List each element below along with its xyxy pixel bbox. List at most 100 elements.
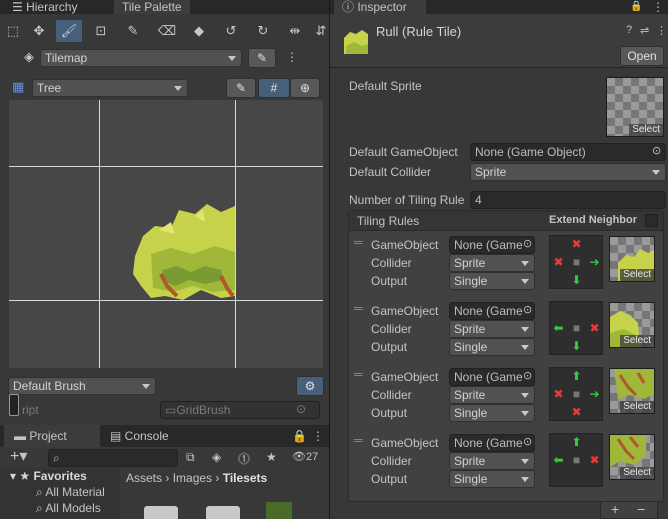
tilemap-picker-button[interactable]: ✎ (248, 48, 276, 68)
not-neighbor-icon[interactable]: ✖ (550, 386, 567, 403)
brush-settings-button[interactable]: ⚙ (296, 376, 324, 396)
warning-icon[interactable]: ⓵ (238, 450, 250, 467)
neighbor-arrow-icon[interactable]: ⬅ (550, 452, 567, 469)
num-rules-field[interactable]: 4 (470, 191, 666, 209)
neighbor-arrow-icon[interactable]: ⬆ (568, 434, 585, 451)
preset-icon[interactable]: ⇌ (640, 24, 649, 37)
rotate-ccw-icon[interactable]: ↺ (218, 20, 244, 42)
star-icon[interactable]: ★ (266, 450, 277, 464)
rotate-cw-icon[interactable]: ↻ (250, 20, 276, 42)
select-label[interactable]: Select (620, 467, 654, 479)
label-icon[interactable]: ◈ (212, 450, 221, 464)
eraser-icon[interactable]: ⌫ (154, 20, 180, 42)
more-options-icon[interactable]: ⋮ (286, 50, 298, 64)
fill-bucket-icon[interactable]: ◆ (186, 20, 212, 42)
extend-neighbor-checkbox[interactable] (645, 214, 658, 227)
drag-handle-icon[interactable]: ═ (354, 301, 363, 315)
object-picker-icon[interactable]: ⊙ (523, 435, 532, 448)
rule-item-2[interactable]: ═ GameObject None (Game ⊙ Collider Sprit… (349, 298, 663, 364)
object-picker-icon[interactable]: ⊙ (523, 369, 532, 382)
palette-canvas[interactable] (9, 100, 323, 368)
breadcrumb-images[interactable]: Images (173, 471, 212, 485)
inspector-more-icon[interactable]: ⋮ (652, 0, 664, 14)
object-picker-icon[interactable]: ⊙ (652, 144, 661, 157)
gizmo-button[interactable]: ⊕ (290, 78, 320, 98)
more-icon[interactable]: ⋮ (312, 429, 324, 443)
project-search-input[interactable]: ⌕ (48, 449, 178, 467)
rule-output-dropdown[interactable]: Single (449, 338, 535, 356)
open-button[interactable]: Open (620, 46, 664, 66)
flip-x-icon[interactable]: ⇹ (282, 20, 308, 42)
tab-inspector[interactable]: ⓘ Inspector (334, 0, 426, 14)
not-neighbor-icon[interactable]: ✖ (568, 404, 585, 421)
rule-collider-dropdown[interactable]: Sprite (449, 452, 535, 470)
select-tool-icon[interactable]: ⬚ (0, 20, 26, 42)
inspector-lock-icon[interactable]: 🔒 (630, 0, 642, 14)
drag-handle-icon[interactable]: ═ (354, 367, 363, 381)
select-label[interactable]: Select (629, 124, 663, 136)
neighbor-arrow-icon[interactable]: ➔ (586, 254, 603, 271)
rule-output-dropdown[interactable]: Single (449, 272, 535, 290)
select-label[interactable]: Select (620, 401, 654, 413)
edit-palette-button[interactable]: ✎ (226, 78, 256, 98)
not-neighbor-icon[interactable]: ✖ (550, 254, 567, 271)
favorites-header[interactable]: ▾ ★ Favorites (10, 469, 87, 483)
list-item[interactable]: ⌕ All Models (36, 501, 101, 516)
drag-handle-icon[interactable]: ═ (354, 433, 363, 447)
list-item[interactable]: ⌕ All Material (36, 485, 105, 500)
neighbor-arrow-icon[interactable]: ⬅ (550, 320, 567, 337)
neighbor-arrow-icon[interactable]: ⬇ (568, 338, 585, 355)
neighbor-grid[interactable]: ✖ ✖ ■ ➔ ⬇ (549, 235, 603, 289)
not-neighbor-icon[interactable]: ✖ (586, 320, 603, 337)
rule-collider-dropdown[interactable]: Sprite (449, 386, 535, 404)
rule-output-dropdown[interactable]: Single (449, 470, 535, 488)
rule-output-dropdown[interactable]: Single (449, 404, 535, 422)
rule-item-4[interactable]: ═ GameObject None (Game ⊙ Collider Sprit… (349, 430, 663, 496)
help-icon[interactable]: ? (626, 24, 632, 36)
resize-handle[interactable] (9, 394, 19, 416)
breadcrumb-tilesets[interactable]: Tilesets (223, 471, 267, 485)
rule-sprite-field[interactable]: Select (609, 302, 655, 348)
box-fill-icon[interactable]: ⊡ (88, 20, 114, 42)
tilemap-dropdown[interactable]: Tilemap (40, 49, 242, 67)
add-asset-button[interactable]: +▾ (10, 448, 27, 466)
tab-project[interactable]: ▬ Project (4, 425, 100, 447)
rule-sprite-field[interactable]: Select (609, 368, 655, 414)
default-collider-dropdown[interactable]: Sprite (470, 163, 666, 181)
neighbor-arrow-icon[interactable]: ⬆ (568, 368, 585, 385)
object-picker-icon[interactable]: ⊙ (523, 237, 532, 250)
select-label[interactable]: Select (620, 335, 654, 347)
default-sprite-field[interactable]: Select (606, 77, 664, 137)
object-picker-icon[interactable]: ⊙ (523, 303, 532, 316)
drag-handle-icon[interactable]: ═ (354, 235, 363, 249)
not-neighbor-icon[interactable]: ✖ (586, 452, 603, 469)
folder-thumb-1[interactable] (144, 506, 178, 519)
neighbor-grid[interactable]: ⬆ ⬅ ■ ✖ (549, 433, 603, 487)
rule-sprite-field[interactable]: Select (609, 236, 655, 282)
remove-rule-button[interactable]: − (637, 502, 645, 517)
rule-collider-dropdown[interactable]: Sprite (449, 320, 535, 338)
paint-brush-icon[interactable]: 🖌 (56, 20, 82, 42)
breadcrumb-assets[interactable]: Assets (126, 471, 162, 485)
not-neighbor-icon[interactable]: ✖ (568, 236, 585, 253)
grid-toggle-button[interactable]: # (258, 78, 290, 98)
select-label[interactable]: Select (620, 269, 654, 281)
neighbor-grid[interactable]: ⬆ ✖ ■ ➔ ✖ (549, 367, 603, 421)
default-gameobject-field[interactable]: None (Game Object) (470, 143, 666, 161)
rule-item-3[interactable]: ═ GameObject None (Game ⊙ Collider Sprit… (349, 364, 663, 430)
header-more-icon[interactable]: ⋮ (656, 24, 667, 37)
tab-console[interactable]: ▤ Console (104, 425, 169, 447)
picker-icon[interactable]: ✎ (120, 20, 146, 42)
rule-item-1[interactable]: ═ GameObject None (Game ⊙ Collider Sprit… (349, 232, 663, 298)
visibility-icon[interactable]: 👁27 (292, 450, 318, 463)
brush-dropdown[interactable]: Default Brush (8, 377, 156, 395)
rule-collider-dropdown[interactable]: Sprite (449, 254, 535, 272)
add-rule-button[interactable]: + (611, 502, 619, 517)
neighbor-arrow-icon[interactable]: ⬇ (568, 272, 585, 289)
folder-thumb-2[interactable] (206, 506, 240, 519)
palette-dropdown[interactable]: Tree (32, 79, 188, 97)
tileset-thumb[interactable] (266, 502, 292, 519)
neighbor-arrow-icon[interactable]: ➔ (586, 386, 603, 403)
neighbor-grid[interactable]: ⬅ ■ ✖ ⬇ (549, 301, 603, 355)
lock-icon[interactable]: 🔒 (292, 429, 307, 443)
